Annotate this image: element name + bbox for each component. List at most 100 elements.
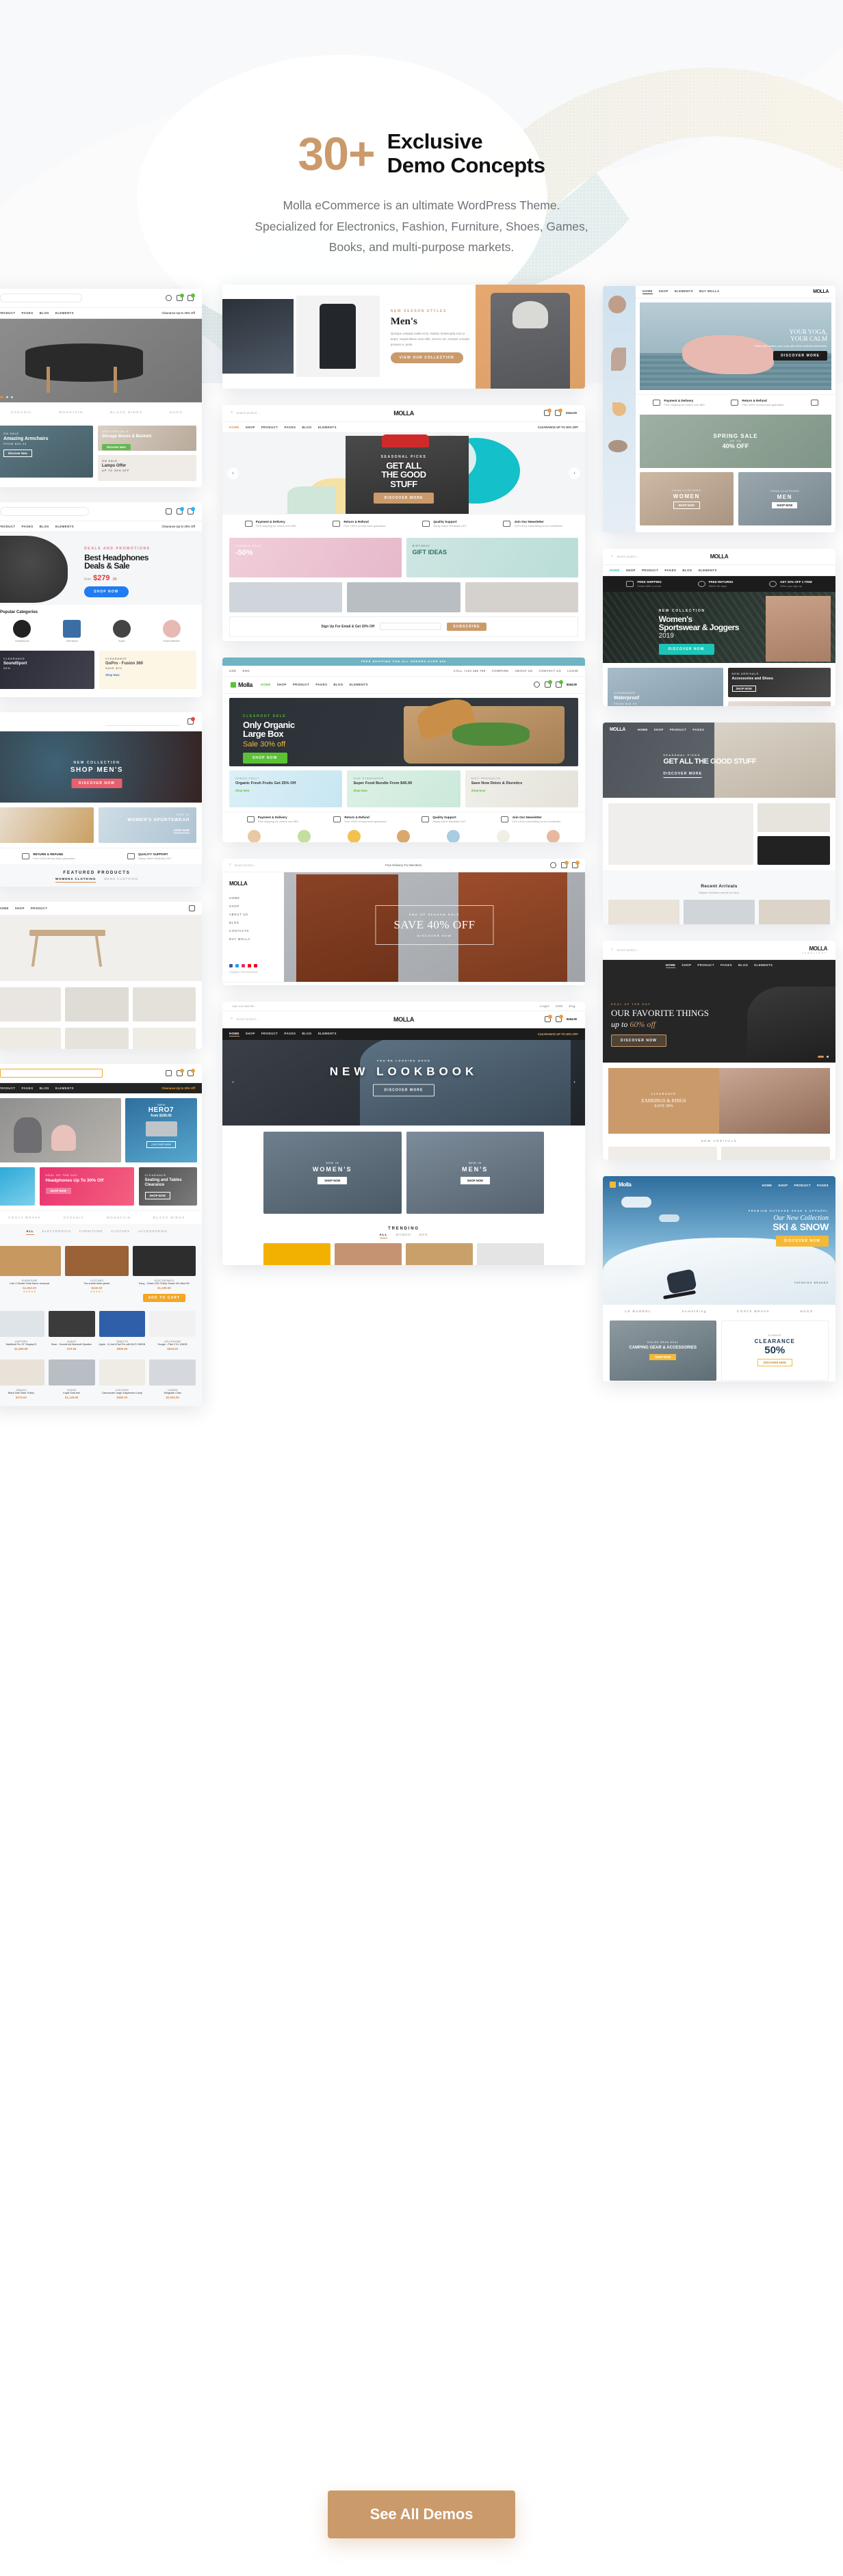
nav-product[interactable]: PRODUCT: [261, 1032, 278, 1037]
category-card[interactable]: Yoga Clothing MEN SHOP NOW: [738, 471, 831, 525]
login-link[interactable]: LOGIN: [567, 669, 578, 673]
subscribe-button[interactable]: SUBSCRIBE: [447, 622, 487, 631]
nav-elements[interactable]: ELEMENTS: [754, 963, 773, 968]
prev-slide-button[interactable]: ‹: [227, 467, 239, 480]
demo-card-ski[interactable]: Molla HOME SHOP PRODUCT PAGES PREMIUM OU…: [603, 1175, 835, 1381]
nav-elements[interactable]: ELEMENTS: [318, 426, 337, 429]
nav-shop[interactable]: SHOP: [682, 963, 691, 968]
nav-shop[interactable]: SHOP: [246, 426, 255, 429]
nav-product[interactable]: PRODUCT: [261, 426, 278, 429]
discover-now-button[interactable]: DISCOVER NOW: [71, 778, 122, 788]
product-card[interactable]: CHAIRS Wingback Chair $2,000.00: [149, 1359, 196, 1399]
nav-elements[interactable]: ELEMENTS: [699, 569, 717, 572]
nav-blog[interactable]: BLOG: [40, 1087, 49, 1090]
promo-banner[interactable]: SUMMER CLEARANCE 50% DISCOVER NOW: [721, 1320, 829, 1381]
banner-link[interactable]: SHOP NOW: [45, 1188, 71, 1195]
nav-elements[interactable]: ELEMENTS: [55, 525, 74, 528]
discover-more-button[interactable]: DISCOVER MORE: [372, 1084, 435, 1097]
nav-pages[interactable]: PAGES: [284, 1032, 296, 1037]
product-card[interactable]: [608, 899, 679, 924]
demo-card-yoga[interactable]: HOME SHOP ELEMENTS BUY MOLLA MOLLA YOUR …: [603, 285, 835, 532]
category-item[interactable]: Dairy: [497, 829, 510, 842]
product-card[interactable]: LIGHTING Cannonvale Large Suspension Lam…: [99, 1359, 146, 1399]
nav-product[interactable]: PRODUCT: [0, 1087, 16, 1090]
demo-card-minimal-furniture[interactable]: HOME SHOP PRODUCT: [0, 901, 202, 1049]
product-card[interactable]: SOFAS Kayla Sofa bed $1,149.99: [48, 1359, 95, 1399]
product-card[interactable]: Clothing Printed sweatshirt $17.99: [406, 1243, 473, 1265]
tab-all[interactable]: ALL: [379, 1233, 388, 1238]
category-item[interactable]: Snacks: [546, 829, 560, 842]
product-card[interactable]: [759, 899, 830, 924]
nav-shop[interactable]: SHOP: [626, 569, 636, 572]
product-card[interactable]: AUDIO Bose - SoundLink Bluetooth Speaker…: [48, 1311, 95, 1351]
card-link[interactable]: SHOP NOW: [317, 1176, 348, 1184]
product-card[interactable]: [132, 987, 196, 1022]
sidebar-item-contacts[interactable]: CONTACTS: [229, 929, 277, 933]
demo-card-lookbook[interactable]: Call +123 456 789 Login USD Eng ⌕ Search …: [222, 1001, 585, 1265]
nav-pages[interactable]: PAGES: [817, 1184, 829, 1187]
shop-now-button[interactable]: Shop Now: [84, 586, 129, 597]
search-icon[interactable]: [533, 681, 540, 688]
demo-card-jewellery[interactable]: ⌕ Search product ... MOLLA JEWELLERY HOME…: [603, 940, 835, 1160]
product-card[interactable]: TABLES Black Side Table Trolley $279.00: [0, 1359, 44, 1399]
tab-electronics[interactable]: Electronics: [42, 1230, 71, 1235]
add-to-cart-button[interactable]: ADD TO CART: [142, 1294, 186, 1303]
banner-link[interactable]: DISCOVER NOW: [393, 934, 475, 937]
next-slide-button[interactable]: ›: [569, 467, 580, 480]
nav-blog[interactable]: BLOG: [302, 426, 311, 429]
nav-product[interactable]: PRODUCT: [293, 683, 310, 686]
shop-now-button[interactable]: SHOP NOW: [243, 752, 287, 764]
compare-link[interactable]: COMPARE: [492, 669, 509, 673]
demo-card-dress[interactable]: MOLLA HOME SHOP PRODUCT PAGES SEASONAL P…: [603, 722, 835, 924]
language-selector[interactable]: ENG: [242, 669, 250, 673]
phone-link[interactable]: CALL +123 456 789: [454, 669, 486, 673]
next-slide-button[interactable]: ›: [569, 1077, 580, 1089]
category-item[interactable]: Televisions: [63, 619, 81, 642]
banner-link[interactable]: SHOP NOW: [649, 1353, 677, 1360]
banner-link[interactable]: DISCOVER NOW: [757, 1359, 792, 1367]
newsletter-input[interactable]: [380, 623, 442, 631]
nav-home[interactable]: HOME: [610, 569, 620, 572]
category-item[interactable]: Meat: [247, 829, 261, 842]
product-card[interactable]: FURNITURE Can 2-Seater Sofa frame charco…: [0, 1245, 62, 1303]
nav-shop[interactable]: SHOP: [277, 683, 287, 686]
nav-elements[interactable]: ELEMENTS: [350, 683, 368, 686]
category-item[interactable]: Audio: [112, 619, 131, 642]
product-card[interactable]: CELLPHONE Google - Pixel 3 XL 128GB $819…: [149, 1311, 196, 1351]
banner-link[interactable]: SHOP NOW: [173, 829, 190, 834]
product-card[interactable]: LAPTOPS MacBook Pro 13" Display i5 $1,69…: [0, 1311, 44, 1351]
demo-card-electronics[interactable]: PRODUCT PAGES BLOG ELEMENTS Clearance Up…: [0, 502, 202, 697]
card-link[interactable]: SHOP NOW: [673, 501, 700, 509]
demo-card-furniture[interactable]: PRODUCT PAGES BLOG ELEMENTS Clearance Up…: [0, 288, 202, 487]
language-selector[interactable]: Eng: [569, 1004, 576, 1008]
nav-item[interactable]: PRODUCT: [31, 907, 48, 910]
tab-men[interactable]: MEN: [419, 1233, 428, 1238]
product-card[interactable]: [0, 987, 62, 1022]
search-input[interactable]: Search product ...: [236, 411, 260, 415]
product-card[interactable]: Gold Necklace $49.99 ADD TO CART: [721, 1146, 830, 1160]
sidebar-item-buy[interactable]: BUY MOLLA: [229, 937, 277, 941]
nav-pages[interactable]: PAGES: [284, 426, 296, 429]
banner-link[interactable]: Discover Now: [3, 449, 32, 457]
tab-women[interactable]: WOMEN: [395, 1233, 411, 1238]
banner-link[interactable]: Discover Now: [101, 443, 131, 450]
promo-banner[interactable]: CLEARANCE EARRINGS & RINGS SAVE 30%: [608, 1067, 719, 1134]
promo-banner[interactable]: CLEARANCE Waterproof FROM $19.99 DISCOVE…: [608, 667, 723, 706]
category-card[interactable]: NEW IN MEN'S SHOP NOW: [406, 1131, 544, 1214]
demo-card-sportswear[interactable]: ⌕ Search product ... MOLLA HOME SHOP PROD…: [603, 548, 835, 706]
banner-link[interactable]: Shop Now: [471, 789, 572, 792]
contact-link[interactable]: CONTACT US: [539, 669, 561, 673]
search-input[interactable]: Search product ...: [236, 1017, 259, 1021]
demo-card-grocery[interactable]: FREE SHIPPING FOR ALL ORDERS OVER $50 US…: [222, 657, 585, 842]
nav-pages[interactable]: PAGES: [721, 963, 732, 968]
nav-blog[interactable]: BLOG: [302, 1032, 311, 1037]
search-input[interactable]: Search product ...: [234, 863, 257, 867]
nav-home[interactable]: HOME: [643, 289, 653, 294]
about-link[interactable]: ABOUT US: [515, 669, 532, 673]
nav-pages[interactable]: PAGES: [315, 683, 327, 686]
nav-elements[interactable]: ELEMENTS: [55, 311, 74, 315]
category-item[interactable]: Bakery: [397, 829, 411, 842]
nav-item[interactable]: SHOP: [15, 907, 25, 910]
nav-blog[interactable]: BLOG: [333, 683, 343, 686]
nav-home[interactable]: HOME: [229, 426, 239, 429]
